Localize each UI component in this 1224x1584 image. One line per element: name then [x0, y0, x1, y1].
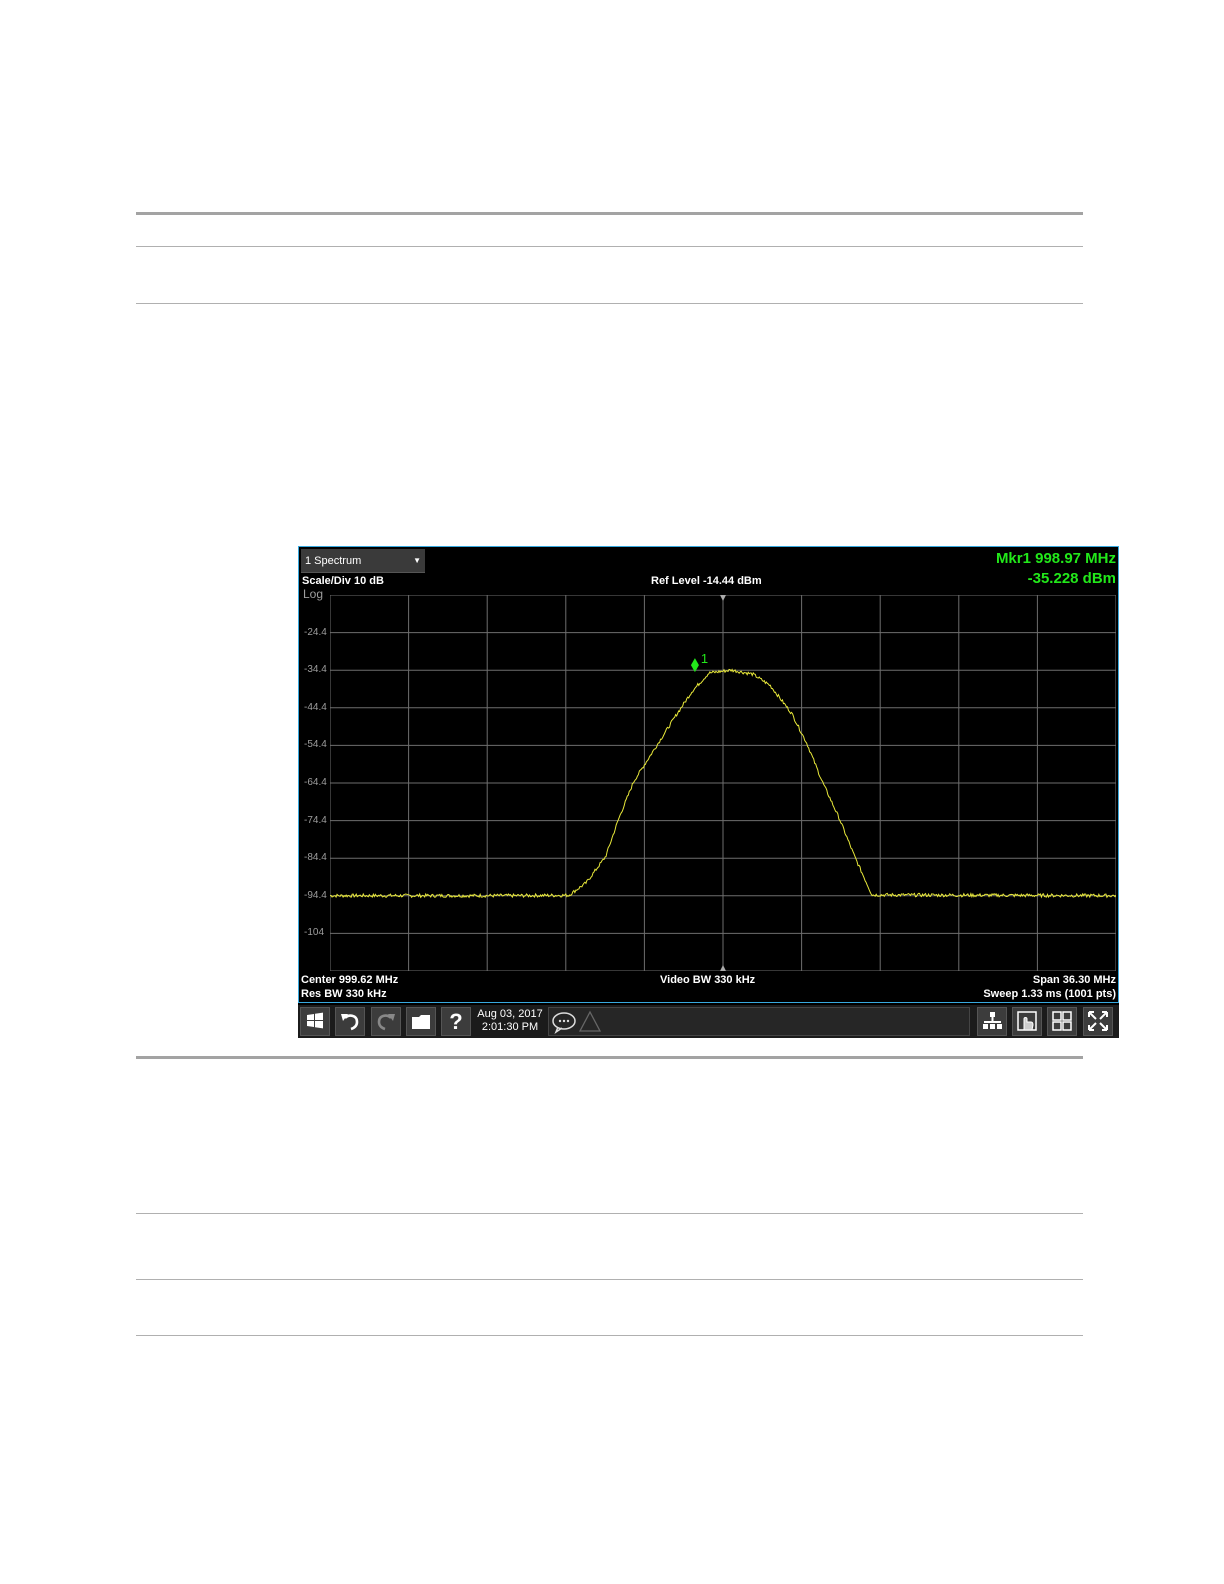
- touch-button[interactable]: [1012, 1007, 1042, 1036]
- network-icon: [983, 1012, 1002, 1029]
- marker-number-label: 1: [701, 651, 708, 666]
- windows-icon: [307, 1012, 323, 1029]
- sweep-label: Sweep 1.33 ms (1001 pts): [983, 988, 1116, 1000]
- spectrum-plot: 1: [330, 595, 1116, 971]
- fullscreen-button[interactable]: [1083, 1007, 1113, 1036]
- y-axis-label: -54.4: [304, 739, 327, 751]
- help-button[interactable]: ?: [441, 1007, 471, 1036]
- redo-button[interactable]: [371, 1007, 401, 1036]
- marker-frequency-readout: Mkr1 998.97 MHz: [995, 550, 1116, 567]
- table-rule: [136, 1335, 1083, 1336]
- date-text: Aug 03, 2017: [477, 1008, 543, 1020]
- table-rule: [136, 246, 1083, 247]
- y-axis-label: -64.4: [304, 777, 327, 788]
- window-tab-label: 1 Spectrum: [305, 555, 362, 567]
- table-rule: [136, 303, 1083, 304]
- y-axis-label: -24.4: [304, 626, 327, 638]
- span-label: Span 36.30 MHz: [1032, 974, 1116, 986]
- y-axis-label: -84.4: [304, 852, 327, 864]
- status-bar[interactable]: [548, 1007, 970, 1036]
- layout-icon: [1052, 1011, 1072, 1031]
- marker-amplitude-readout: -35.228 dBm: [1027, 570, 1116, 587]
- fullscreen-icon: [1088, 1011, 1108, 1031]
- res-bw-label: Res BW 330 kHz: [301, 988, 387, 1000]
- redo-icon: [377, 1014, 395, 1031]
- touch-icon: [1017, 1011, 1037, 1031]
- dropdown-arrow-icon: ▼: [413, 556, 421, 565]
- undo-icon: [341, 1014, 359, 1031]
- file-button[interactable]: [406, 1007, 436, 1036]
- figure-bottom-rule: [136, 1056, 1083, 1059]
- window-tab[interactable]: 1 Spectrum ▼: [301, 549, 425, 573]
- video-bw-label: Video BW 330 kHz: [660, 974, 756, 986]
- undo-button[interactable]: [335, 1007, 365, 1036]
- layout-button[interactable]: [1047, 1007, 1077, 1036]
- y-axis-label: -44.4: [304, 701, 327, 713]
- y-axis-label: -34.4: [304, 664, 327, 676]
- windows-button[interactable]: [300, 1007, 330, 1036]
- y-axis-label: -104: [304, 927, 325, 939]
- table-rule: [136, 1279, 1083, 1280]
- help-icon: ?: [449, 1010, 462, 1032]
- time-text: 2:01:30 PM: [481, 1021, 539, 1033]
- date-time-display: Aug 03, 2017 2:01:30 PM: [474, 1008, 546, 1034]
- table-rule: [136, 1213, 1083, 1214]
- folder-icon: [412, 1015, 430, 1029]
- ref-level-label: Ref Level -14.44 dBm: [651, 575, 762, 587]
- top-rule: [136, 212, 1083, 215]
- scale-type-label: Log: [303, 587, 324, 601]
- message-icon: [552, 1012, 576, 1034]
- network-button[interactable]: [977, 1007, 1007, 1036]
- status-icons: [552, 1010, 602, 1034]
- center-frequency-label: Center 999.62 MHz: [301, 974, 399, 986]
- y-axis-label: -74.4: [304, 814, 327, 826]
- warning-icon: [578, 1010, 602, 1032]
- taskbar: ? Aug 03, 2017 2:01:30 PM: [298, 1005, 1119, 1038]
- spectrum-window: 1 Spectrum ▼ Mkr1 998.97 MHz -35.228 dBm…: [298, 546, 1119, 1003]
- scale-div-label: Scale/Div 10 dB: [302, 575, 384, 587]
- analyzer-screenshot: 1 Spectrum ▼ Mkr1 998.97 MHz -35.228 dBm…: [298, 546, 1119, 1038]
- y-axis-label: -94.4: [304, 889, 327, 901]
- svg-text:?: ?: [449, 1010, 462, 1032]
